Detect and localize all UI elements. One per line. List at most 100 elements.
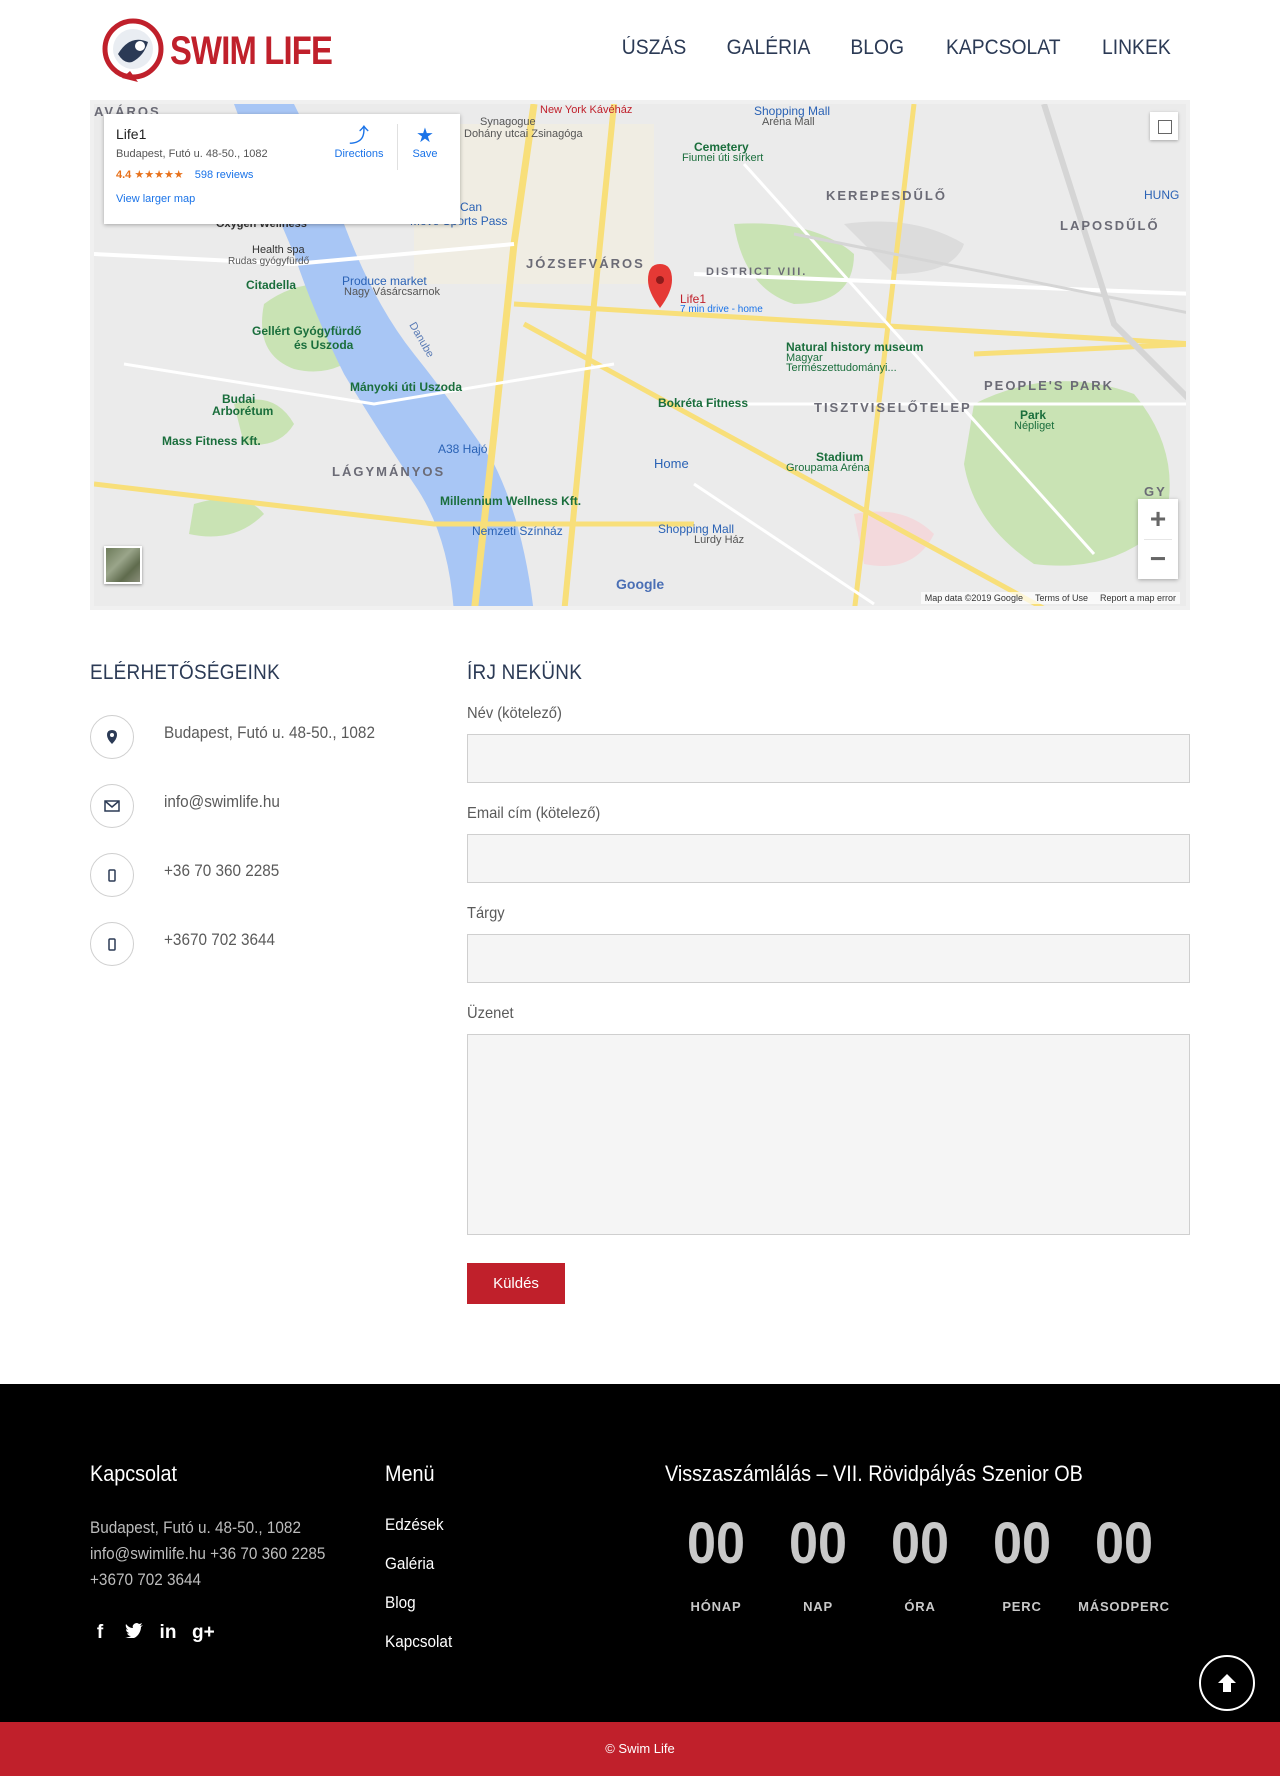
map-label-laposdulo: LAPOSDŰLŐ	[1060, 218, 1160, 233]
map-label-citadella: Citadella	[246, 278, 297, 292]
map-label-health-spa: Health spa	[252, 244, 305, 256]
map-label-dohany: Dohány utcai Zsinagóga	[464, 128, 583, 140]
swimmer-logo-icon	[102, 18, 164, 82]
place-actions: ⤴ Directions ★ Save	[323, 124, 450, 170]
countdown-minutes-label: PERC	[1002, 1599, 1042, 1614]
map-label-tisztviselo: TISZTVISELŐTELEP	[814, 400, 972, 415]
nav-item-uszas[interactable]: ÚSZÁS	[622, 36, 686, 60]
map-label-gy: GY	[1144, 484, 1167, 499]
envelope-icon	[90, 784, 134, 828]
map-label-fiumei: Fiumei úti sírkert	[682, 152, 764, 164]
countdown-minutes-value: 00	[992, 1511, 1052, 1576]
submit-button[interactable]: Küldés	[467, 1263, 565, 1304]
footer-contact-line-3: +3670 702 3644	[90, 1570, 202, 1589]
place-info-card: Life1 Budapest, Futó u. 48-50., 1082 4.4…	[104, 114, 460, 224]
zoom-out-button[interactable]: −	[1138, 539, 1178, 579]
map-label-nepliget: Népliget	[1014, 420, 1055, 432]
map-label-peoples-park: PEOPLE'S PARK	[984, 378, 1114, 393]
main-nav: ÚSZÁS GALÉRIA BLOG KAPCSOLAT LINKEK	[585, 36, 1174, 60]
reviews-link[interactable]: 598 reviews	[195, 169, 254, 181]
map-label-termesz: Természettudományi...	[786, 362, 897, 374]
countdown-minutes: 00 PERC	[971, 1511, 1073, 1615]
map-data-text: Map data ©2019 Google	[924, 593, 1023, 603]
map-label-nemzeti: Nemzeti Színház	[472, 524, 563, 538]
footer-menu-blog[interactable]: Blog	[385, 1593, 416, 1613]
contact-email-text[interactable]: info@swimlife.hu	[164, 792, 280, 812]
map-label-kerepesdulo: KEREPESDŰLŐ	[826, 188, 947, 203]
rating-value: 4.4	[116, 169, 132, 181]
countdown-months-value: 00	[686, 1511, 746, 1576]
map-label-arena-mall: Aréna Mall	[762, 116, 815, 128]
google-map[interactable]: AVÁROS New York Kávéház Shopping Mall Ar…	[90, 100, 1190, 610]
map-label-district: DISTRICT VIII.	[706, 266, 808, 278]
copyright-bar: © Swim Life	[0, 1722, 1280, 1776]
terms-link[interactable]: Terms of Use	[1035, 593, 1088, 603]
directions-button[interactable]: ⤴ Directions	[323, 124, 395, 170]
map-label-manyoki: Mányoki úti Uszoda	[350, 380, 463, 394]
countdown-days-value: 00	[788, 1511, 848, 1576]
footer-menu-title: Menü	[385, 1461, 435, 1486]
directions-label: Directions	[334, 148, 384, 160]
countdown-hours-value: 00	[890, 1511, 950, 1576]
view-larger-map-link[interactable]: View larger map	[116, 193, 448, 205]
save-label: Save	[412, 148, 438, 160]
site-header: SWIM LIFE ÚSZÁS GALÉRIA BLOG KAPCSOLAT L…	[0, 0, 1280, 100]
map-label-synagogue: Synagogue	[480, 116, 536, 128]
map-label-new-york: New York Kávéház	[540, 104, 633, 116]
nav-item-blog[interactable]: BLOG	[851, 36, 905, 60]
satellite-toggle[interactable]	[104, 546, 142, 584]
name-field[interactable]	[467, 734, 1190, 783]
map-label-jozsefvaros: JÓZSEFVÁROS	[526, 256, 645, 271]
contact-address: Budapest, Futó u. 48-50., 1082	[90, 715, 450, 761]
countdown-seconds-value: 00	[1094, 1511, 1154, 1576]
footer-contact-line-2: info@swimlife.hu +36 70 360 2285	[90, 1544, 326, 1563]
map-label-arboretum: Arborétum	[212, 404, 274, 418]
star-icon: ★	[416, 125, 434, 147]
map-label-life1-sub: 7 min drive - home	[680, 304, 763, 315]
nav-item-kapcsolat[interactable]: KAPCSOLAT	[946, 36, 1061, 60]
map-label-lagymanyos: LÁGYMÁNYOS	[332, 464, 446, 479]
email-field[interactable]	[467, 834, 1190, 883]
logo-text: SWIM LIFE	[170, 28, 333, 73]
facebook-icon[interactable]: f	[90, 1622, 110, 1644]
nav-item-galeria[interactable]: GALÉRIA	[727, 36, 811, 60]
save-place-button[interactable]: ★ Save	[400, 124, 450, 170]
map-label-nagy: Nagy Vásárcsarnok	[344, 286, 440, 298]
location-icon	[90, 715, 134, 759]
google-plus-icon[interactable]: g+	[192, 1622, 215, 1644]
footer-menu-galeria[interactable]: Galéria	[385, 1554, 434, 1574]
map-label-gellert: Gellért Gyógyfürdő	[252, 324, 362, 338]
map-label-hung: HUNG	[1144, 188, 1180, 202]
message-field[interactable]	[467, 1034, 1190, 1235]
twitter-icon[interactable]	[124, 1622, 144, 1644]
countdown-days: 00 NAP	[767, 1511, 869, 1615]
footer-menu-edzesek[interactable]: Edzések	[385, 1515, 444, 1535]
scroll-to-top-button[interactable]	[1199, 1655, 1255, 1711]
phone-icon	[90, 922, 134, 966]
site-logo[interactable]: SWIM LIFE	[100, 16, 368, 86]
map-label-groupama: Groupama Aréna	[786, 462, 870, 474]
map-label-millennium: Millennium Wellness Kft.	[440, 494, 582, 508]
countdown-seconds-label: MÁSODPERC	[1078, 1599, 1170, 1614]
contact-email: info@swimlife.hu	[90, 784, 450, 830]
map-label-mass: Mass Fitness Kft.	[162, 434, 261, 448]
report-error-link[interactable]: Report a map error	[1100, 593, 1176, 603]
footer-menu-kapcsolat[interactable]: Kapcsolat	[385, 1632, 452, 1652]
contact-phone-1-text[interactable]: +36 70 360 2285	[164, 861, 279, 881]
rating-stars-icon: ★★★★★	[134, 169, 184, 181]
directions-icon: ⤴	[349, 125, 369, 147]
nav-item-linkek[interactable]: LINKEK	[1102, 36, 1171, 60]
subject-field[interactable]	[467, 934, 1190, 983]
linkedin-icon[interactable]: in	[158, 1622, 178, 1644]
countdown-seconds: 00 MÁSODPERC	[1073, 1511, 1175, 1615]
map-label-a38: A38 Hajó	[438, 442, 488, 456]
message-label: Üzenet	[467, 1005, 514, 1022]
fullscreen-button[interactable]	[1150, 112, 1178, 140]
zoom-in-button[interactable]: +	[1138, 499, 1178, 539]
contact-phone-2-text[interactable]: +3670 702 3644	[164, 930, 275, 950]
map-label-rudas: Rudas gyógyfürdő	[228, 256, 310, 267]
zoom-controls: + −	[1138, 499, 1178, 579]
subject-label: Tárgy	[467, 905, 505, 922]
map-attribution: Map data ©2019 Google Terms of Use Repor…	[920, 592, 1180, 604]
contact-address-text: Budapest, Futó u. 48-50., 1082	[164, 723, 375, 742]
